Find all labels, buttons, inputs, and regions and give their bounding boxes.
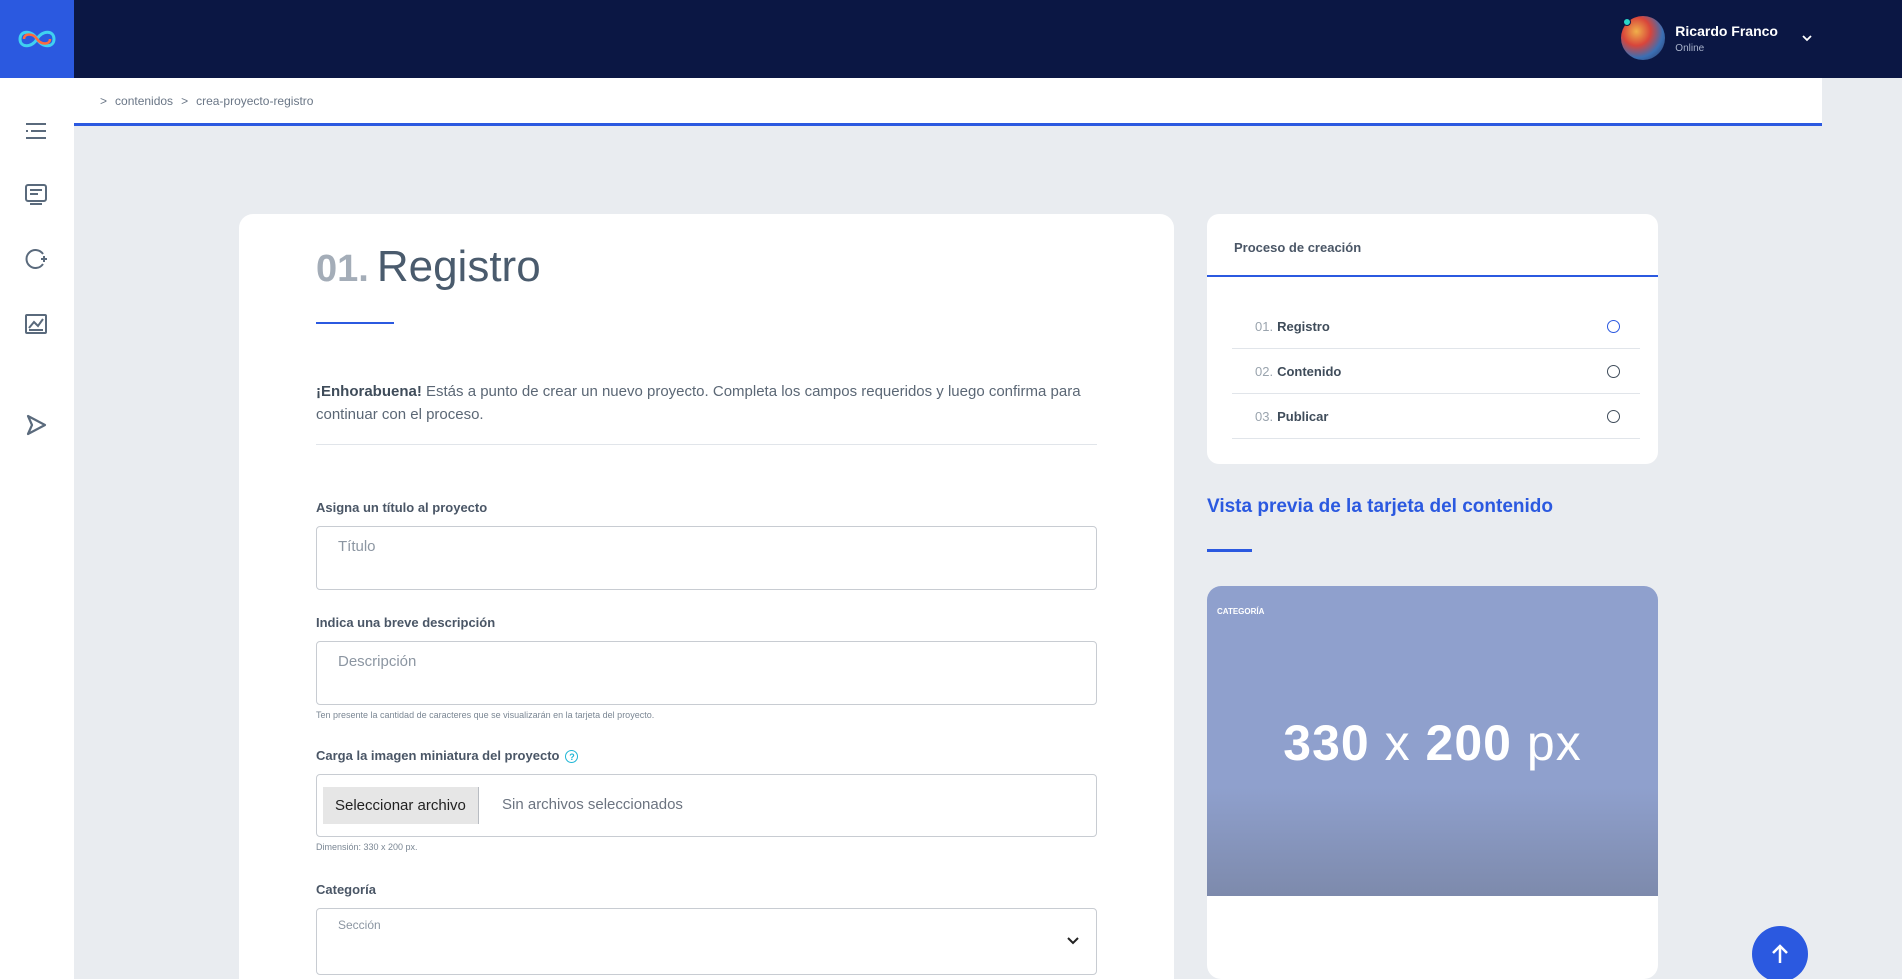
category-select[interactable]: Sección [316, 908, 1097, 975]
sidebar [0, 78, 74, 979]
step-num: 01. [1255, 318, 1274, 334]
arrow-up-icon [1772, 944, 1788, 963]
document-icon[interactable] [23, 181, 49, 207]
step-title: Registro [376, 242, 541, 291]
preview-image-placeholder: CATEGORÍA 330 x 200 px [1207, 586, 1658, 896]
avatar [1621, 16, 1666, 60]
description-label: Indica una breve descripción [316, 615, 496, 630]
preview-card: CATEGORÍA 330 x 200 px [1207, 586, 1658, 979]
intro-bold: ¡Enhorabuena! [316, 383, 422, 400]
preview-dimensions: 330 x 200 px [1207, 714, 1658, 772]
dim-x: x [1384, 715, 1411, 771]
help-icon[interactable]: ? [565, 750, 579, 764]
title-underline [316, 322, 394, 324]
status-circle-icon [1607, 319, 1620, 333]
preview-title: Vista previa de la tarjeta del contenido [1207, 496, 1553, 517]
user-name: Ricardo Franco [1675, 22, 1778, 39]
description-placeholder: Descripción [338, 653, 417, 670]
user-status: Online [1675, 42, 1705, 54]
description-input[interactable]: Descripción [316, 641, 1097, 705]
step-label: Registro [1277, 318, 1330, 334]
breadcrumb-separator: > [100, 93, 108, 108]
dim-unit: px [1526, 715, 1582, 771]
user-menu[interactable]: Ricardo Franco Online [1621, 16, 1812, 60]
process-title: Proceso de creación [1234, 240, 1362, 255]
breadcrumb: > contenidos > crea-proyecto-registro [74, 78, 1822, 126]
play-icon[interactable] [23, 412, 49, 438]
description-hint: Ten presente la cantidad de caracteres q… [316, 710, 655, 720]
registration-form-card: 01. Registro ¡Enhorabuena! Estás a punto… [239, 214, 1174, 979]
online-indicator [1623, 18, 1632, 26]
step-label: Contenido [1277, 363, 1342, 379]
process-underline [1207, 275, 1658, 277]
process-step-publicar[interactable]: 03. Publicar [1232, 394, 1640, 439]
dim-width: 330 [1283, 715, 1370, 771]
category-label: Categoría [316, 882, 376, 897]
preview-underline [1207, 549, 1252, 552]
status-circle-icon [1607, 364, 1620, 378]
category-placeholder: Sección [338, 918, 381, 932]
breadcrumb-separator: > [181, 93, 189, 108]
breadcrumb-item-current: crea-proyecto-registro [196, 93, 314, 108]
refresh-add-icon[interactable] [23, 246, 49, 272]
step-number: 01. [316, 248, 369, 290]
title-input[interactable]: Título [316, 526, 1097, 590]
file-status: Sin archivos seleccionados [502, 796, 683, 813]
breadcrumb-item-contenidos[interactable]: contenidos [115, 94, 173, 108]
step-num: 02. [1255, 363, 1274, 379]
chevron-down-icon [1066, 933, 1080, 951]
image-hint: Dimensión: 330 x 200 px. [316, 842, 418, 852]
process-step-registro[interactable]: 01. Registro [1232, 304, 1640, 349]
process-step-contenido[interactable]: 02. Contenido [1232, 349, 1640, 394]
dim-height: 200 [1425, 715, 1512, 771]
intro-body: Estás a punto de crear un nuevo proyecto… [316, 383, 1081, 423]
page-title: 01. Registro [316, 242, 541, 292]
divider [316, 444, 1097, 445]
infinity-logo-icon [18, 30, 56, 48]
image-label: Carga la imagen miniatura del proyecto? [316, 748, 579, 764]
status-circle-icon [1607, 409, 1620, 423]
image-label-text: Carga la imagen miniatura del proyecto [316, 748, 560, 763]
step-num: 03. [1255, 408, 1274, 424]
intro-text: ¡Enhorabuena! Estás a punto de crear un … [316, 380, 1106, 426]
list-icon[interactable] [23, 118, 49, 144]
image-file-input[interactable]: Seleccionar archivo Sin archivos selecci… [316, 774, 1097, 837]
select-file-button[interactable]: Seleccionar archivo [323, 787, 479, 824]
scroll-area [1822, 78, 1902, 979]
scroll-top-button[interactable] [1752, 926, 1808, 979]
chevron-down-icon[interactable] [1802, 31, 1812, 45]
app-logo[interactable] [0, 0, 74, 78]
process-card: Proceso de creación 01. Registro 02. Con… [1207, 214, 1658, 464]
title-placeholder: Título [338, 538, 376, 555]
top-bar: Ricardo Franco Online [0, 0, 1902, 78]
preview-category: CATEGORÍA [1217, 607, 1265, 616]
step-label: Publicar [1277, 408, 1329, 424]
title-label: Asigna un título al proyecto [316, 500, 488, 515]
chart-icon[interactable] [23, 311, 49, 337]
